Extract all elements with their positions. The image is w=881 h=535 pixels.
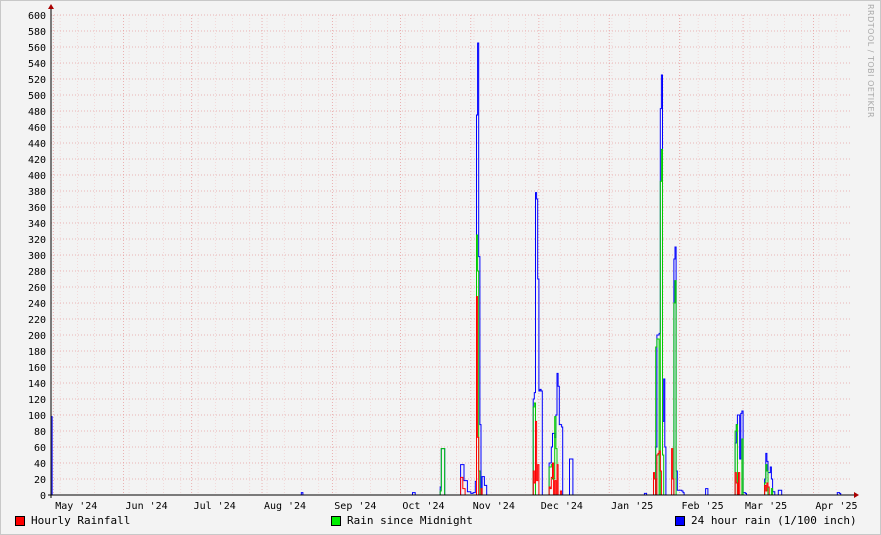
y-tick-label: 580 — [28, 27, 46, 38]
legend-swatch-midnight — [331, 515, 341, 526]
y-tick-label: 40 — [34, 459, 46, 470]
y-tick-label: 480 — [28, 107, 46, 118]
y-tick-label: 500 — [28, 91, 46, 102]
y-tick-label: 20 — [34, 475, 46, 486]
y-tick-label: 300 — [28, 251, 46, 262]
x-tick-label: Apr '25 — [815, 501, 857, 512]
legend-item-hourly: Hourly Rainfall — [15, 514, 130, 527]
x-tick-label: Jul '24 — [194, 501, 236, 512]
y-tick-label: 100 — [28, 411, 46, 422]
tick-labels: 0 20 40 60 80 100 120 140 160 180 200 220 240 260 280 3… — [28, 11, 858, 512]
legend-swatch-hourly — [15, 515, 25, 526]
x-tick-label: Sep '24 — [334, 501, 376, 512]
legend-label-midnight: Rain since Midnight — [347, 514, 473, 527]
legend-swatch-24h — [675, 515, 685, 526]
y-tick-label: 360 — [28, 203, 46, 214]
x-tick-label: Nov '24 — [473, 501, 515, 512]
y-tick-label: 520 — [28, 75, 46, 86]
y-tick-label: 240 — [28, 299, 46, 310]
y-tick-label: 340 — [28, 219, 46, 230]
y-tick-label: 560 — [28, 43, 46, 54]
x-tick-label: Aug '24 — [264, 501, 306, 512]
y-tick-label: 380 — [28, 187, 46, 198]
y-tick-label: 260 — [28, 283, 46, 294]
x-tick-label: May '24 — [55, 501, 97, 512]
y-tick-label: 280 — [28, 267, 46, 278]
y-tick-label: 460 — [28, 123, 46, 134]
y-tick-label: 220 — [28, 315, 46, 326]
legend-label-24h: 24 hour rain (1/100 inch) — [691, 514, 857, 527]
legend-label-hourly: Hourly Rainfall — [31, 514, 131, 527]
y-tick-label: 320 — [28, 235, 46, 246]
y-tick-label: 120 — [28, 395, 46, 406]
y-axis-arrow — [48, 4, 54, 9]
y-tick-label: 440 — [28, 139, 46, 150]
x-axis-arrow — [854, 492, 859, 498]
x-tick-label: Feb '25 — [681, 501, 723, 512]
x-tick-label: Jun '24 — [126, 501, 168, 512]
x-tick-label: Dec '24 — [541, 501, 583, 512]
legend-item-midnight: Rain since Midnight — [331, 514, 473, 527]
y-tick-label: 600 — [28, 11, 46, 22]
rainfall-chart: 0 20 40 60 80 100 120 140 160 180 200 220 240 260 280 3… — [28, 4, 859, 512]
x-tick-label: Jan '25 — [611, 501, 653, 512]
y-tick-label: 540 — [28, 59, 46, 70]
series-line-midnight — [51, 148, 852, 496]
grid — [51, 14, 852, 495]
y-tick-label: 80 — [34, 427, 46, 438]
y-tick-label: 400 — [28, 171, 46, 182]
y-tick-label: 180 — [28, 347, 46, 358]
y-tick-label: 0 — [40, 491, 46, 502]
y-tick-label: 200 — [28, 331, 46, 342]
legend-item-24h: 24 hour rain (1/100 inch) — [675, 514, 857, 527]
series-line-hourly — [51, 296, 852, 496]
y-tick-label: 140 — [28, 379, 46, 390]
y-tick-label: 160 — [28, 363, 46, 374]
x-tick-label: Oct '24 — [402, 501, 444, 512]
rrdtool-watermark: RRDTOOL / TOBI OETIKER — [866, 4, 875, 119]
x-tick-label: Mar '25 — [745, 501, 787, 512]
y-tick-label: 60 — [34, 443, 46, 454]
y-tick-label: 420 — [28, 155, 46, 166]
